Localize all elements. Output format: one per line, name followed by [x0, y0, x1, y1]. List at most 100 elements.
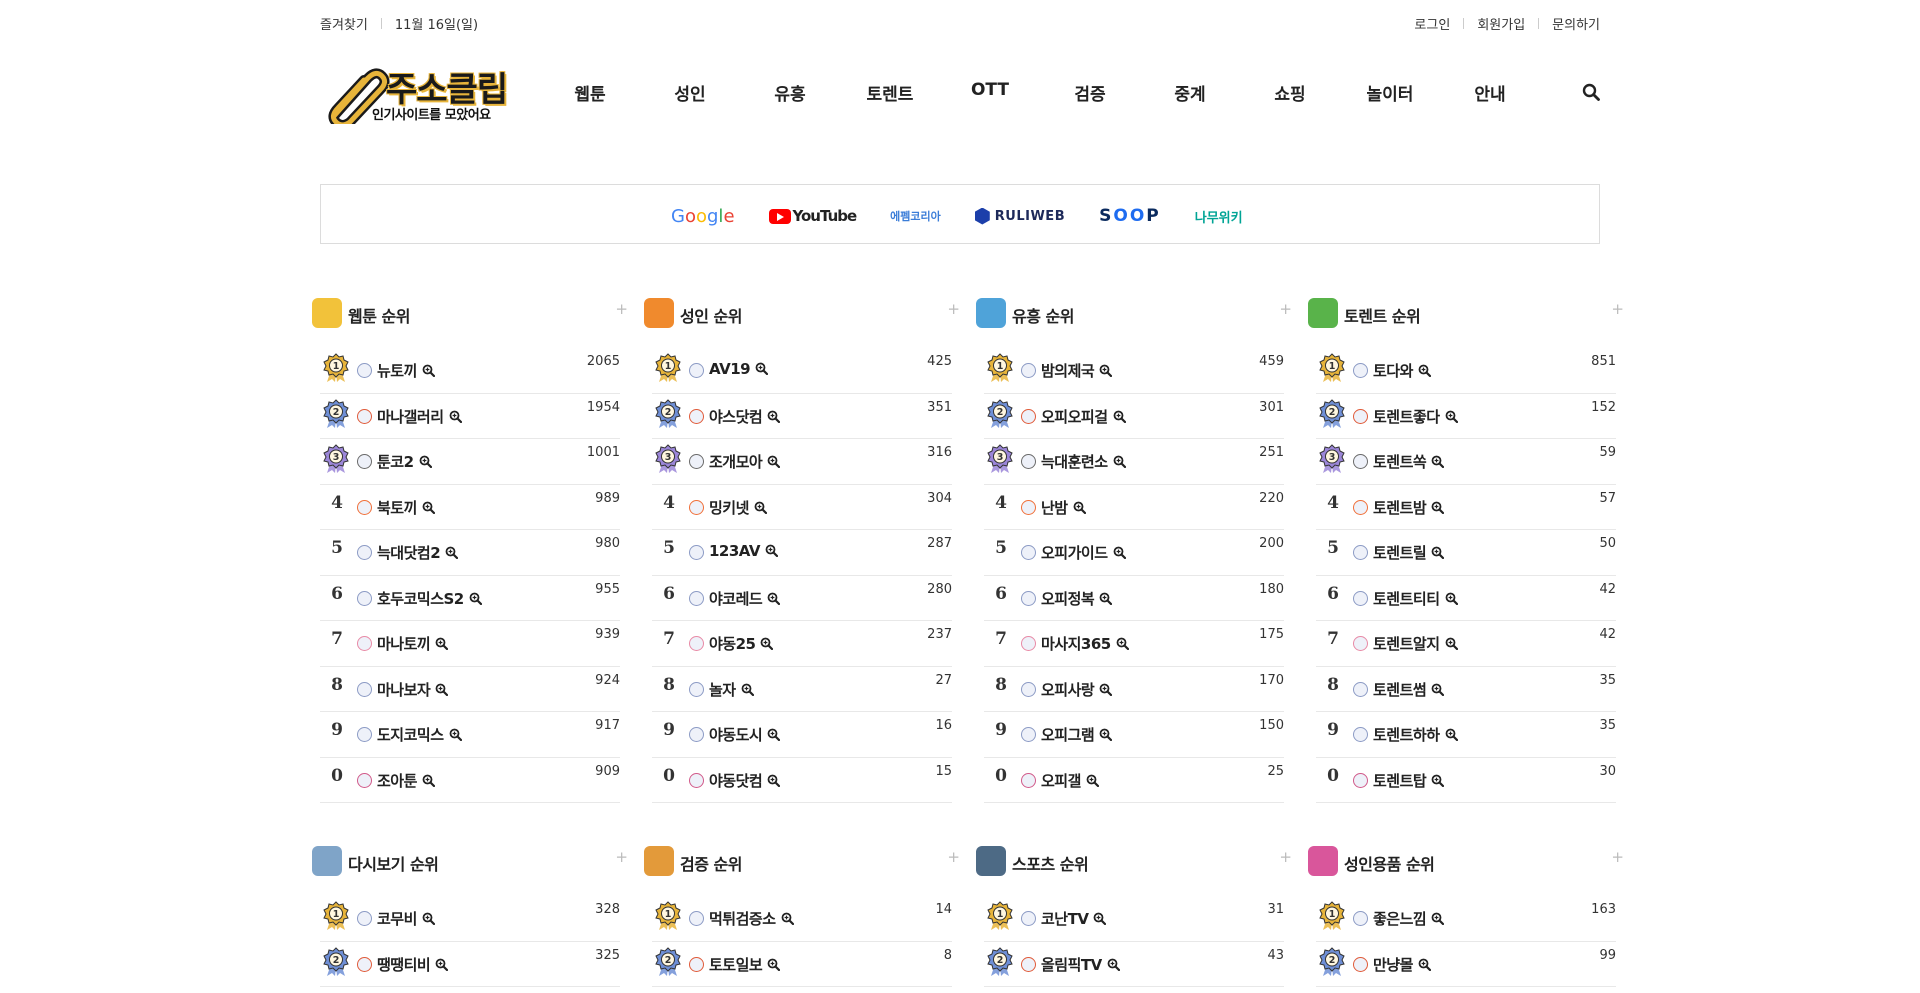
ranking-row[interactable]: 2 땡땡티비 325 — [320, 942, 620, 987]
magnifier-icon[interactable] — [449, 410, 462, 423]
magnifier-icon[interactable] — [1431, 501, 1445, 514]
magnifier-icon[interactable] — [760, 637, 774, 650]
ranking-row[interactable]: 5 토렌트릴 50 — [1316, 530, 1616, 576]
magnifier-icon[interactable] — [422, 501, 435, 514]
more-plus-icon[interactable]: + — [1279, 848, 1292, 866]
ranking-row[interactable]: 7 마나토끼 939 — [320, 621, 620, 667]
ranking-row[interactable]: 2 만냥몰 99 — [1316, 942, 1616, 987]
more-plus-icon[interactable]: + — [947, 848, 960, 866]
ranking-row[interactable]: 0 조아툰 909 — [320, 758, 620, 803]
magnifier-icon[interactable] — [435, 637, 449, 650]
nav-shopping[interactable]: 쇼핑 — [1240, 80, 1340, 105]
magnifier-icon[interactable] — [445, 546, 459, 559]
ranking-row[interactable]: 4 난밤 220 — [984, 485, 1284, 530]
magnifier-icon[interactable] — [755, 362, 769, 375]
ranking-row[interactable]: 7 토렌트알지 42 — [1316, 621, 1616, 667]
ranking-row[interactable]: 8 놀자 27 — [652, 667, 952, 712]
youtube-link[interactable]: YouTube — [768, 207, 857, 225]
magnifier-icon[interactable] — [1093, 912, 1107, 925]
ranking-row[interactable]: 6 오피정복 180 — [984, 576, 1284, 621]
ranking-row[interactable]: 1 AV19 425 — [652, 348, 952, 394]
nav-playground[interactable]: 놀이터 — [1340, 80, 1440, 105]
magnifier-icon[interactable] — [767, 958, 781, 971]
ranking-row[interactable]: 8 토렌트썸 35 — [1316, 667, 1616, 712]
magnifier-icon[interactable] — [1445, 728, 1458, 741]
ranking-row[interactable]: 8 오피사랑 170 — [984, 667, 1284, 712]
magnifier-icon[interactable] — [1418, 958, 1431, 971]
ranking-row[interactable]: 3 조개모아 316 — [652, 439, 952, 485]
magnifier-icon[interactable] — [419, 455, 432, 468]
ranking-row[interactable]: 9 야동도시 16 — [652, 712, 952, 758]
magnifier-icon[interactable] — [1099, 364, 1113, 377]
ranking-row[interactable]: 2 토렌트좋다 152 — [1316, 394, 1616, 439]
ranking-row[interactable]: 2 올림픽TV 43 — [984, 942, 1284, 987]
magnifier-icon[interactable] — [435, 683, 449, 696]
ranking-row[interactable]: 1 밤의제국 459 — [984, 348, 1284, 394]
ranking-row[interactable]: 5 123AV 287 — [652, 530, 952, 576]
ranking-row[interactable]: 2 토토일보 8 — [652, 942, 952, 987]
magnifier-icon[interactable] — [1099, 592, 1113, 605]
namuwiki-link[interactable]: 나무위키 — [1195, 207, 1243, 226]
search-icon[interactable] — [1582, 83, 1600, 101]
magnifier-icon[interactable] — [1116, 637, 1129, 650]
nav-ott[interactable]: OTT — [940, 80, 1040, 104]
magnifier-icon[interactable] — [754, 501, 767, 514]
ruliweb-link[interactable]: RULIWEB — [974, 207, 1065, 225]
ranking-row[interactable]: 0 야동닷컴 15 — [652, 758, 952, 803]
magnifier-icon[interactable] — [767, 592, 781, 605]
ranking-row[interactable]: 4 밍키넷 304 — [652, 485, 952, 530]
magnifier-icon[interactable] — [1445, 637, 1458, 650]
more-plus-icon[interactable]: + — [1611, 848, 1624, 866]
ranking-row[interactable]: 3 늑대훈련소 251 — [984, 439, 1284, 485]
ranking-row[interactable]: 1 코무비 328 — [320, 896, 620, 942]
ranking-row[interactable]: 6 호두코믹스S2 955 — [320, 576, 620, 621]
nav-entertainment[interactable]: 유흥 — [740, 80, 840, 105]
nav-info[interactable]: 안내 — [1440, 80, 1540, 105]
more-plus-icon[interactable]: + — [1279, 300, 1292, 318]
magnifier-icon[interactable] — [469, 592, 482, 605]
magnifier-icon[interactable] — [449, 728, 462, 741]
magnifier-icon[interactable] — [767, 774, 781, 787]
magnifier-icon[interactable] — [1431, 455, 1445, 468]
magnifier-icon[interactable] — [1431, 546, 1445, 559]
ranking-row[interactable]: 9 오피그램 150 — [984, 712, 1284, 758]
magnifier-icon[interactable] — [1431, 774, 1445, 787]
ranking-row[interactable]: 0 토렌트탑 30 — [1316, 758, 1616, 803]
ranking-row[interactable]: 7 야동25 237 — [652, 621, 952, 667]
magnifier-icon[interactable] — [767, 455, 781, 468]
bookmark-link[interactable]: 즐겨찾기 — [320, 14, 368, 33]
ranking-row[interactable]: 1 코난TV 31 — [984, 896, 1284, 942]
ranking-row[interactable]: 8 마나보자 924 — [320, 667, 620, 712]
more-plus-icon[interactable]: + — [615, 300, 628, 318]
magnifier-icon[interactable] — [765, 544, 779, 557]
nav-verify[interactable]: 검증 — [1040, 80, 1140, 105]
ranking-row[interactable]: 1 먹튀검증소 14 — [652, 896, 952, 942]
nav-broadcast[interactable]: 중계 — [1140, 80, 1240, 105]
soop-link[interactable]: SOOP — [1099, 206, 1161, 226]
fmkorea-link[interactable]: 에펨코리아 — [890, 208, 941, 224]
magnifier-icon[interactable] — [422, 912, 435, 925]
magnifier-icon[interactable] — [1107, 958, 1120, 971]
ranking-row[interactable]: 0 오피갤 25 — [984, 758, 1284, 803]
login-link[interactable]: 로그인 — [1414, 14, 1450, 33]
contact-link[interactable]: 문의하기 — [1552, 14, 1600, 33]
ranking-row[interactable]: 9 토렌트하하 35 — [1316, 712, 1616, 758]
ranking-row[interactable]: 6 토렌트티티 42 — [1316, 576, 1616, 621]
ranking-row[interactable]: 5 늑대닷컴2 980 — [320, 530, 620, 576]
ranking-row[interactable]: 9 도지코믹스 917 — [320, 712, 620, 758]
magnifier-icon[interactable] — [1445, 592, 1458, 605]
ranking-row[interactable]: 3 툰코2 1001 — [320, 439, 620, 485]
more-plus-icon[interactable]: + — [1611, 300, 1624, 318]
magnifier-icon[interactable] — [781, 912, 794, 925]
magnifier-icon[interactable] — [1431, 683, 1445, 696]
ranking-row[interactable]: 3 토렌트쏙 59 — [1316, 439, 1616, 485]
magnifier-icon[interactable] — [1086, 774, 1099, 787]
ranking-row[interactable]: 4 토렌트밤 57 — [1316, 485, 1616, 530]
ranking-row[interactable]: 1 뉴토끼 2065 — [320, 348, 620, 394]
ranking-row[interactable]: 4 북토끼 989 — [320, 485, 620, 530]
ranking-row[interactable]: 7 마사지365 175 — [984, 621, 1284, 667]
magnifier-icon[interactable] — [1113, 455, 1126, 468]
more-plus-icon[interactable]: + — [615, 848, 628, 866]
ranking-row[interactable]: 6 야코레드 280 — [652, 576, 952, 621]
magnifier-icon[interactable] — [1431, 912, 1445, 925]
